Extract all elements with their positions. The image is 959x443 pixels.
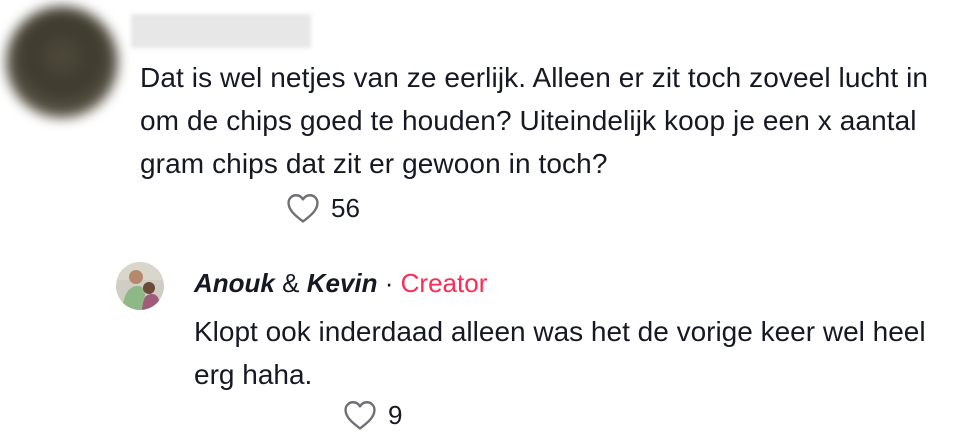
commenter-username-redacted[interactable] bbox=[131, 14, 311, 48]
commenter-avatar[interactable] bbox=[6, 6, 118, 118]
separator-dot: · bbox=[384, 268, 394, 298]
avatar-photo bbox=[116, 262, 164, 310]
like-button[interactable]: 56 bbox=[286, 192, 360, 224]
comment-text: Dat is wel netjes van ze eerlijk. Alleen… bbox=[140, 62, 929, 179]
reply: Anouk & Kevin · Creator Klopt ook inderd… bbox=[0, 240, 959, 443]
like-count: 56 bbox=[331, 192, 360, 223]
heart-outline-icon bbox=[287, 194, 319, 223]
author-name-first[interactable]: Anouk bbox=[194, 268, 275, 298]
creator-badge: Creator bbox=[400, 268, 488, 298]
reply-like-count: 9 bbox=[388, 399, 403, 430]
reply-text: Klopt ook inderdaad alleen was het de vo… bbox=[194, 316, 926, 390]
reply-meta: Anouk & Kevin · Creator bbox=[194, 268, 487, 299]
author-name-second[interactable]: Kevin bbox=[307, 268, 378, 298]
reply-like-button[interactable]: 9 bbox=[343, 399, 402, 431]
author-ampersand: & bbox=[282, 268, 300, 298]
heart-outline-icon bbox=[344, 401, 376, 430]
comment: Dat is wel netjes van ze eerlijk. Alleen… bbox=[0, 0, 959, 240]
creator-avatar[interactable] bbox=[116, 262, 164, 310]
